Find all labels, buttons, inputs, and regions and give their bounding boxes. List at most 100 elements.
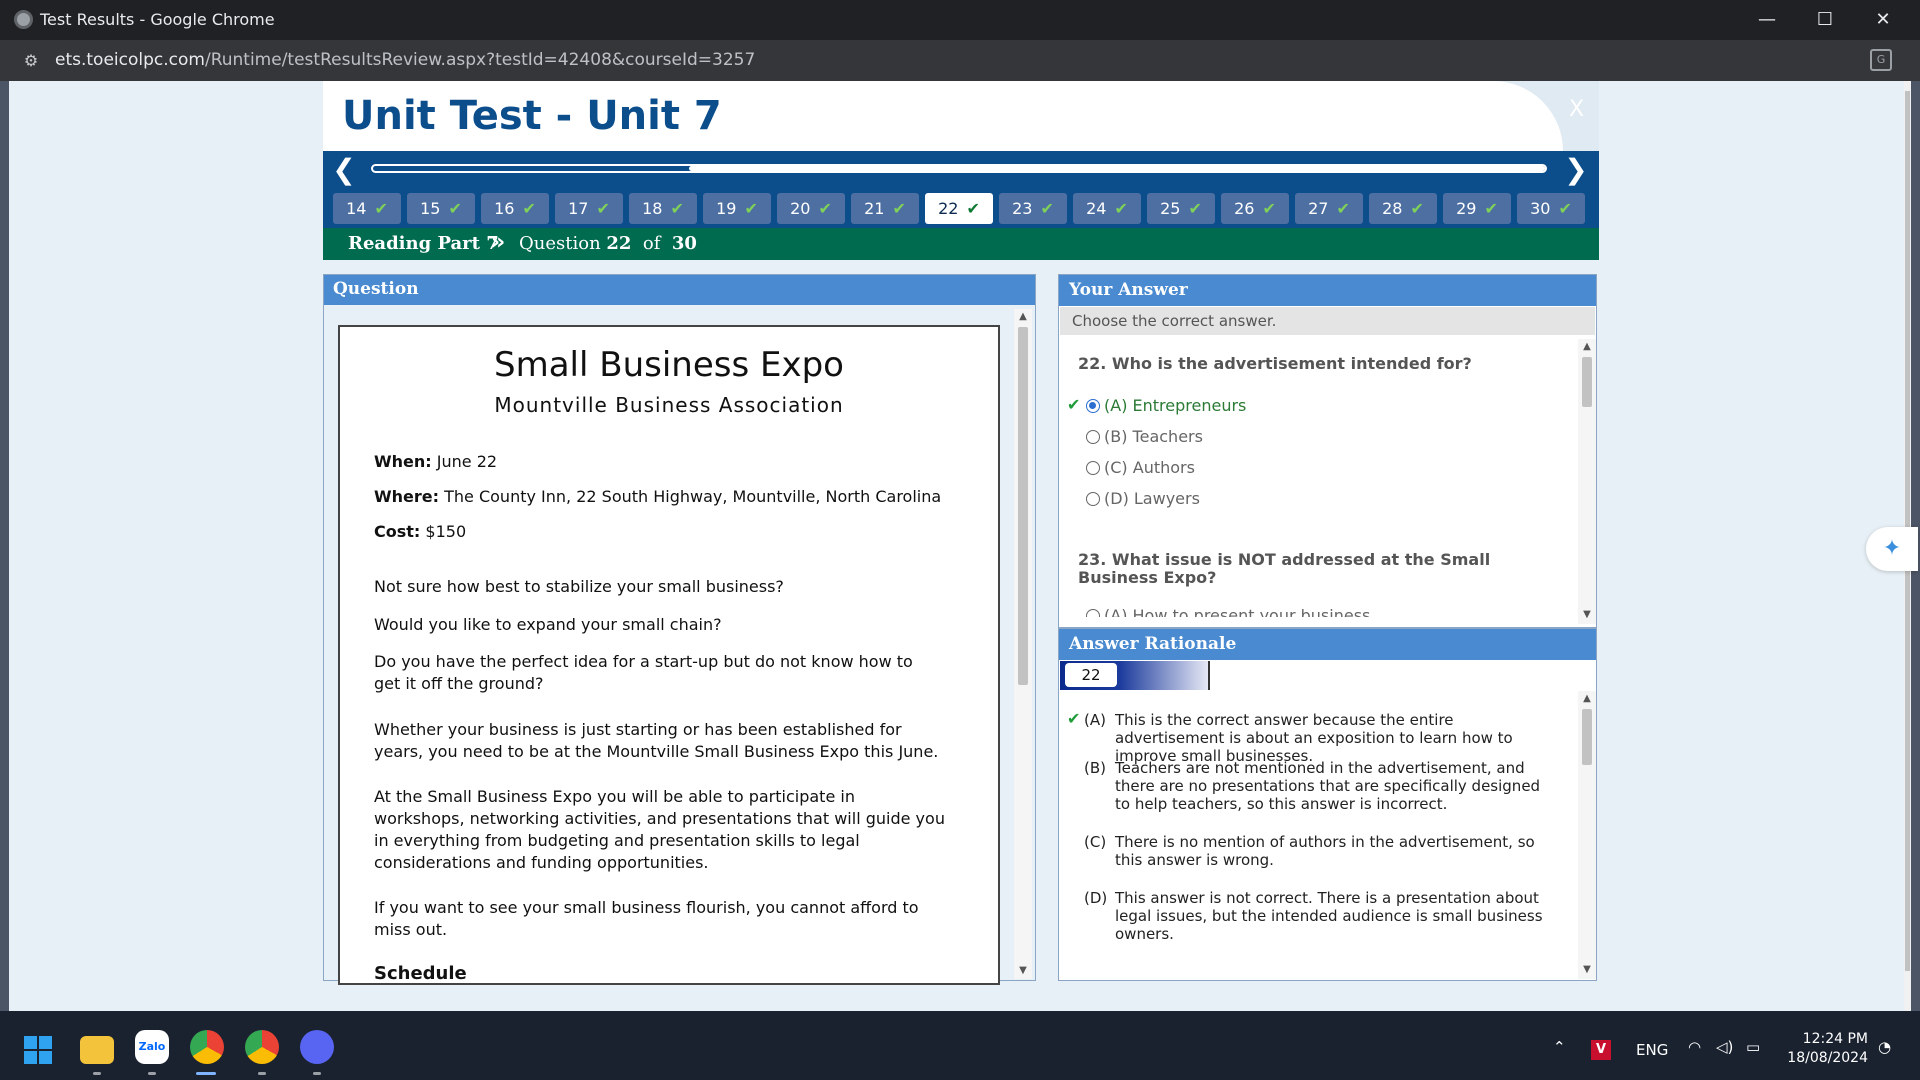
scroll-up-icon[interactable]: ▲ — [1014, 309, 1032, 325]
question-tab-30[interactable]: 30 ✔ — [1517, 193, 1585, 224]
question-tab-26[interactable]: 26 ✔ — [1221, 193, 1289, 224]
system-clock[interactable]: 12:24 PM 18/08/2024 — [1772, 1030, 1868, 1068]
answer-option[interactable]: (A) How to present your business — [1086, 607, 1370, 617]
check-icon: ✔ — [1114, 199, 1128, 218]
correct-check-icon: ✔ — [1067, 395, 1081, 414]
question-tab-23[interactable]: 23 ✔ — [999, 193, 1067, 224]
scroll-up-icon[interactable]: ▲ — [1578, 339, 1596, 355]
question-tab-25[interactable]: 25 ✔ — [1147, 193, 1215, 224]
question-tab-18[interactable]: 18 ✔ — [629, 193, 697, 224]
check-icon: ✔ — [1410, 199, 1424, 218]
question-tabs: 14 ✔ 15 ✔ 16 ✔ 17 ✔ 18 ✔ 19 ✔ 20 ✔ 21 ✔ 22 ✔ 23 ✔ 24 ✔ 25 ✔ 26 ✔ 2… — [333, 193, 1585, 224]
notification-bell-icon[interactable]: ◔ — [1878, 1038, 1891, 1056]
rationale-scrollbar[interactable]: ▲ ▼ — [1578, 691, 1596, 979]
prev-question-arrow-icon[interactable]: ❮ — [329, 155, 359, 185]
app-tray-icon[interactable]: V — [1591, 1040, 1611, 1060]
question-23-text: 23. What issue is NOT addressed at the S… — [1078, 550, 1491, 587]
check-icon: ✔ — [1188, 199, 1202, 218]
check-icon: ✔ — [374, 199, 388, 218]
rationale-label: (C) — [1084, 833, 1107, 851]
correct-check-icon: ✔ — [1067, 709, 1081, 728]
check-icon: ✔ — [1262, 199, 1276, 218]
minimize-button[interactable]: — — [1738, 0, 1796, 40]
check-icon: ✔ — [966, 199, 980, 218]
volume-icon[interactable]: ◁) — [1716, 1038, 1733, 1056]
rationale-text: There is no mention of authors in the ad… — [1115, 833, 1535, 869]
check-icon: ✔ — [1336, 199, 1350, 218]
question-tab-29[interactable]: 29 ✔ — [1443, 193, 1511, 224]
answer-option[interactable]: (A) Entrepreneurs — [1086, 396, 1246, 415]
question-tab-15[interactable]: 15 ✔ — [407, 193, 475, 224]
chrome-icon[interactable] — [190, 1030, 224, 1064]
section-name: Reading Part 7 — [348, 233, 499, 254]
question-tab-14[interactable]: 14 ✔ — [333, 193, 401, 224]
close-window-button[interactable]: ✕ — [1854, 0, 1912, 40]
question-tab-21[interactable]: 21 ✔ — [851, 193, 919, 224]
window-titlebar: Test Results - Google Chrome — ☐ ✕ — [0, 0, 1920, 40]
question-tab-28[interactable]: 28 ✔ — [1369, 193, 1437, 224]
question-tab-17[interactable]: 17 ✔ — [555, 193, 623, 224]
radio-icon[interactable] — [1086, 398, 1100, 413]
rationale-scrollbar-thumb[interactable] — [1582, 709, 1592, 765]
ad-paragraph: Not sure how best to stabilize your smal… — [374, 577, 784, 596]
next-question-arrow-icon[interactable]: ❯ — [1561, 155, 1591, 185]
chevron-up-icon[interactable]: ⌃ — [1553, 1038, 1566, 1056]
scroll-down-icon[interactable]: ▼ — [1014, 963, 1032, 979]
answer-option[interactable]: (B) Teachers — [1086, 427, 1203, 446]
taskbar — [0, 1011, 1920, 1080]
question-tab-16[interactable]: 16 ✔ — [481, 193, 549, 224]
answer-scrollbar-thumb[interactable] — [1582, 357, 1592, 407]
rationale-item: (B) Teachers are not mentioned in the adv… — [1084, 759, 1554, 813]
scroll-down-icon[interactable]: ▼ — [1578, 607, 1596, 623]
question-tab-20[interactable]: 20 ✔ — [777, 193, 845, 224]
double-chevron-icon: » — [491, 230, 506, 255]
site-settings-icon[interactable]: ⚙ — [20, 50, 42, 72]
question-tab-22[interactable]: 22 ✔ — [925, 193, 993, 224]
url-path: /Runtime/testResultsReview.aspx?testId=4… — [204, 50, 756, 70]
answer-scrollbar[interactable]: ▲ ▼ — [1578, 339, 1596, 624]
rationale-panel-header: Answer Rationale — [1059, 629, 1596, 660]
question-tab-19[interactable]: 19 ✔ — [703, 193, 771, 224]
close-test-button[interactable]: X — [1569, 97, 1584, 122]
zalo-icon[interactable]: Zalo — [135, 1030, 169, 1064]
url-field[interactable]: ets.toeicolpc.com/Runtime/testResultsRev… — [55, 50, 755, 70]
background-left — [0, 81, 9, 1011]
question-tab-27[interactable]: 27 ✔ — [1295, 193, 1363, 224]
scroll-up-icon[interactable]: ▲ — [1578, 691, 1596, 707]
scroll-down-icon[interactable]: ▼ — [1578, 962, 1596, 978]
radio-icon[interactable] — [1086, 460, 1100, 475]
check-icon: ✔ — [1484, 199, 1498, 218]
question-tab-24[interactable]: 24 ✔ — [1073, 193, 1141, 224]
rationale-panel: Answer Rationale 22 ✔ (A) This is the corr… — [1058, 628, 1597, 981]
discord-icon[interactable] — [300, 1030, 334, 1064]
file-explorer-icon[interactable] — [80, 1036, 114, 1064]
rationale-tab-22[interactable]: 22 — [1065, 663, 1117, 687]
question-scrollbar-thumb[interactable] — [1018, 327, 1028, 685]
rationale-item: (D) This answer is not correct. There is … — [1084, 889, 1554, 943]
question-scrollbar[interactable]: ▲ ▼ — [1014, 309, 1032, 979]
language-indicator[interactable]: ENG — [1636, 1041, 1668, 1059]
battery-icon[interactable]: ▭ — [1746, 1038, 1760, 1056]
maximize-button[interactable]: ☐ — [1796, 0, 1854, 40]
radio-icon[interactable] — [1086, 491, 1100, 506]
radio-icon[interactable] — [1086, 429, 1100, 444]
window-title: Test Results - Google Chrome — [40, 10, 275, 29]
ad-where: Where: The County Inn, 22 South Highway,… — [374, 487, 942, 506]
radio-icon[interactable] — [1086, 608, 1100, 617]
answer-instruction: Choose the correct answer. — [1060, 307, 1595, 335]
windows-start-icon[interactable] — [24, 1036, 52, 1064]
progress-track[interactable] — [371, 164, 1547, 173]
progress-remaining — [689, 166, 1545, 171]
chrome-profile-icon[interactable] — [245, 1030, 279, 1064]
answer-option[interactable]: (C) Authors — [1086, 458, 1195, 477]
ad-paragraph: If you want to see your small business f… — [374, 898, 919, 939]
answer-option[interactable]: (D) Lawyers — [1086, 489, 1200, 508]
clipped-option-area: (A) How to present your business — [1059, 607, 1579, 617]
wifi-icon[interactable]: ◠ — [1688, 1038, 1701, 1056]
rationale-text: This is the correct answer because the e… — [1115, 711, 1513, 765]
assistant-sparkle-icon[interactable]: ✦ — [1866, 527, 1918, 571]
ad-title: Small Business Expo — [494, 345, 844, 385]
translate-icon[interactable]: G — [1870, 49, 1892, 71]
check-icon: ✔ — [522, 199, 536, 218]
check-icon: ✔ — [892, 199, 906, 218]
